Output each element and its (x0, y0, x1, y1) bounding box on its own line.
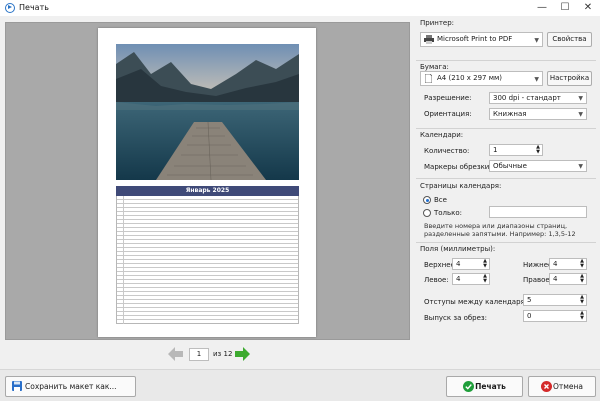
next-page-button[interactable] (235, 347, 250, 361)
page-number-input[interactable]: 1 (189, 348, 209, 361)
chevron-down-icon: ▼ (578, 95, 583, 102)
page-count-label: из 12 (213, 350, 233, 358)
chevron-down-icon: ▼ (578, 163, 583, 170)
left-margin-value: 4 (456, 275, 461, 283)
gap-stepper[interactable]: 5 ▲ ▼ (523, 294, 587, 306)
count-label: Количество: (424, 147, 470, 155)
save-layout-label: Сохранить макет как... (25, 382, 117, 391)
stepper-down-icon[interactable]: ▼ (483, 264, 487, 269)
pages-all-radio[interactable] (423, 196, 431, 204)
close-circle-icon (541, 381, 552, 392)
chevron-down-icon: ▼ (578, 111, 583, 118)
calendar-month-title: Январь 2025 (116, 186, 299, 196)
right-margin-stepper[interactable]: 4 ▲ ▼ (549, 273, 587, 285)
paper-size-value: А4 (210 x 297 мм) (437, 74, 503, 82)
crop-marks-label: Маркеры обрезки: (424, 163, 492, 171)
chevron-down-icon: ▼ (534, 76, 539, 83)
chevron-down-icon: ▼ (534, 37, 539, 44)
orientation-value: Книжная (493, 110, 527, 118)
minimize-button[interactable]: — (532, 1, 552, 14)
margins-group-label: Поля (миллиметры): (420, 245, 496, 253)
bleed-label: Выпуск за обрез: (424, 314, 488, 322)
right-margin-label: Правое: (523, 276, 553, 284)
arrow-right-icon (235, 347, 250, 361)
pages-only-label: Только: (434, 209, 463, 217)
pages-group: Страницы календаря: Все Только: Введите … (416, 178, 596, 240)
arrow-left-icon (168, 347, 183, 361)
printer-select[interactable]: Microsoft Print to PDF ▼ (420, 32, 543, 47)
resolution-select[interactable]: 300 dpi - стандарт ▼ (489, 92, 587, 104)
floppy-disk-icon (12, 381, 22, 391)
crop-marks-select[interactable]: Обычные ▼ (489, 160, 587, 172)
maximize-button[interactable]: ☐ (555, 1, 575, 14)
count-value: 1 (493, 146, 498, 154)
stepper-down-icon[interactable]: ▼ (580, 264, 584, 269)
bottom-margin-stepper[interactable]: 4 ▲ ▼ (549, 258, 587, 270)
resolution-label: Разрешение: (424, 94, 472, 102)
calendar-grid (116, 196, 299, 324)
pages-only-input[interactable] (489, 206, 587, 218)
print-button[interactable]: Печать (446, 376, 523, 397)
paper-size-select[interactable]: А4 (210 x 297 мм) ▼ (420, 71, 543, 86)
stepper-down-icon[interactable]: ▼ (580, 279, 584, 284)
orientation-select[interactable]: Книжная ▼ (489, 108, 587, 120)
paper-setup-button[interactable]: Настройка (547, 71, 592, 86)
margins-group: Поля (миллиметры): Верхнее: 4 ▲ ▼ Нижнее… (416, 242, 596, 326)
left-margin-stepper[interactable]: 4 ▲ ▼ (452, 273, 490, 285)
printer-value: Microsoft Print to PDF (437, 35, 513, 43)
bleed-stepper[interactable]: 0 ▲ ▼ (523, 310, 587, 322)
stepper-down-icon[interactable]: ▼ (483, 279, 487, 284)
orientation-label: Ориентация: (424, 110, 472, 118)
gap-value: 5 (527, 296, 532, 304)
stepper-down-icon[interactable]: ▼ (536, 150, 540, 155)
printer-group-label: Принтер: (420, 19, 455, 27)
gap-label: Отступы между календарями: (424, 298, 537, 306)
calendar-day-column (116, 196, 124, 324)
bottom-margin-value: 4 (553, 260, 558, 268)
pages-hint: Введите номера или диапазоны страниц, ра… (424, 222, 576, 238)
paper-group: Бумага: А4 (210 x 297 мм) ▼ Настройка Ра… (416, 60, 596, 126)
resolution-value: 300 dpi - стандарт (493, 94, 561, 102)
pages-all-label: Все (434, 196, 447, 204)
app-play-icon (5, 3, 15, 13)
pages-group-label: Страницы календаря: (420, 182, 502, 190)
save-layout-button[interactable]: Сохранить макет как... (5, 376, 136, 397)
calendars-group-label: Календари: (420, 131, 464, 139)
calendars-group: Календари: Количество: 1 ▲ ▼ Маркеры обр… (416, 128, 596, 174)
stepper-down-icon[interactable]: ▼ (580, 316, 584, 321)
pages-only-radio[interactable] (423, 209, 431, 217)
count-stepper[interactable]: 1 ▲ ▼ (489, 144, 543, 156)
close-button[interactable]: ✕ (578, 1, 598, 14)
prev-page-button[interactable] (168, 347, 183, 361)
calendar-photo (116, 44, 299, 180)
top-margin-stepper[interactable]: 4 ▲ ▼ (452, 258, 490, 270)
cancel-button[interactable]: Отмена (528, 376, 596, 397)
page-icon (425, 74, 432, 83)
left-margin-label: Левое: (424, 276, 449, 284)
title-bar (0, 0, 600, 16)
right-margin-value: 4 (553, 275, 558, 283)
printer-icon (424, 35, 434, 44)
stepper-down-icon[interactable]: ▼ (580, 300, 584, 305)
paper-group-label: Бумага: (420, 63, 449, 71)
printer-group: Принтер: Microsoft Print to PDF ▼ Свойст… (416, 16, 596, 56)
bleed-value: 0 (527, 312, 532, 320)
printer-properties-button[interactable]: Свойства (547, 32, 592, 47)
top-margin-value: 4 (456, 260, 461, 268)
checkmark-circle-icon (463, 381, 474, 392)
window-title: Печать (19, 3, 49, 12)
crop-marks-value: Обычные (493, 162, 527, 170)
